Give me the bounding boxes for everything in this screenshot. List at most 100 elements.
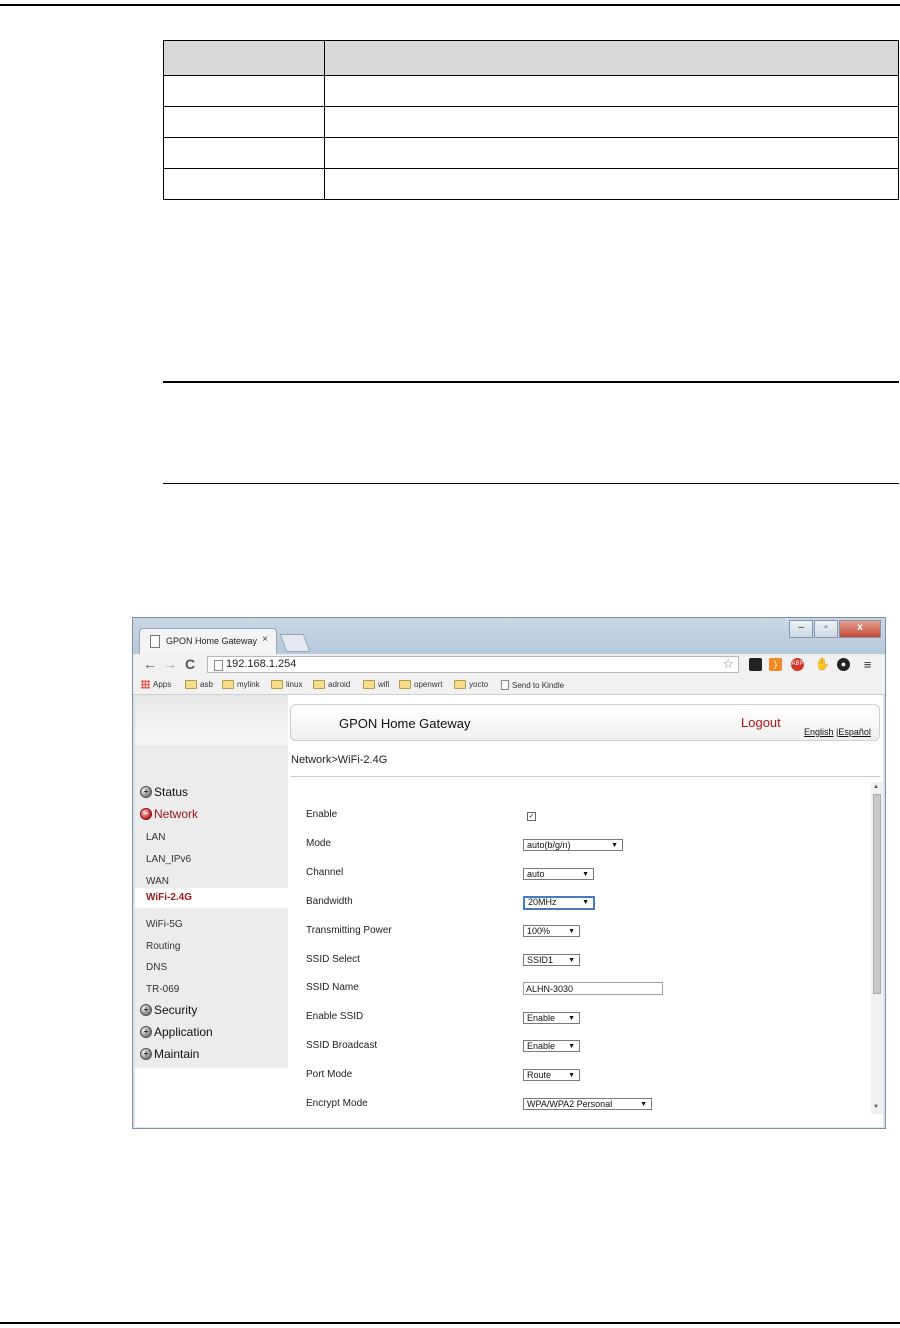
back-arrow-icon[interactable]: ←	[143, 656, 157, 672]
page-top-rule	[0, 4, 900, 6]
vertical-scrollbar[interactable]: ▲ ▼	[871, 782, 883, 1114]
bandwidth-label: Bandwidth	[306, 896, 353, 907]
sidebar-item-lan[interactable]: LAN	[146, 832, 165, 843]
mode-select[interactable]: auto(b/g/n) ▼	[523, 839, 623, 851]
scroll-down-arrow-icon[interactable]: ▼	[873, 1104, 879, 1110]
bandwidth-select[interactable]: 20MHz ▼	[523, 896, 595, 910]
ssid-name-input[interactable]: ALHN-3030	[523, 982, 663, 995]
bookmark-folder[interactable]: yocto	[454, 680, 488, 689]
bookmark-folder[interactable]: linux	[271, 680, 302, 689]
tab-close-icon[interactable]: ×	[262, 634, 268, 645]
sidebar-item-wan[interactable]: WAN	[146, 876, 169, 887]
enable-ssid-select[interactable]: Enable ▼	[523, 1012, 580, 1024]
folder-icon	[454, 680, 466, 689]
title-bar: GPON Home Gateway × – ▫ x	[133, 618, 885, 654]
menu-application[interactable]: + Application	[140, 1025, 213, 1039]
sidebar-header	[135, 695, 288, 745]
browser-tab[interactable]: GPON Home Gateway ×	[139, 628, 277, 654]
lang-espanol-link[interactable]: Español	[838, 727, 871, 737]
minus-icon: −	[140, 808, 152, 820]
document-table	[163, 40, 899, 200]
ssid-select[interactable]: SSID1 ▼	[523, 954, 580, 966]
table-row	[163, 106, 899, 138]
folder-icon	[185, 680, 197, 689]
breadcrumb-divider	[290, 776, 880, 777]
language-switcher: English |Español	[804, 727, 871, 737]
table-row	[163, 75, 899, 107]
channel-label: Channel	[306, 867, 344, 878]
enable-checkbox[interactable]: ✓	[527, 812, 536, 821]
bookmark-folder[interactable]: asb	[185, 680, 213, 689]
channel-select[interactable]: auto ▼	[523, 868, 594, 880]
scrollbar-thumb[interactable]	[873, 794, 881, 994]
sidebar-item-dns[interactable]: DNS	[146, 962, 167, 973]
gateway-header: GPON Home Gateway Logout English |Españo…	[290, 704, 880, 741]
close-window-button[interactable]: x	[839, 620, 881, 638]
gateway-title: GPON Home Gateway	[339, 716, 471, 731]
menu-security[interactable]: + Security	[140, 1003, 197, 1017]
tx-power-label: Transmitting Power	[306, 925, 392, 936]
bookmark-folder[interactable]: mylink	[222, 680, 260, 689]
page-bottom-rule	[0, 1322, 900, 1324]
camera-extension-icon[interactable]: ●	[837, 658, 850, 671]
breadcrumb: Network>WiFi-2.4G	[291, 754, 388, 766]
sidebar-item-routing[interactable]: Routing	[146, 941, 180, 952]
sidebar-item-lan-ipv6[interactable]: LAN_IPv6	[146, 854, 191, 865]
tab-title: GPON Home Gateway	[166, 636, 258, 646]
reload-icon[interactable]: C	[185, 656, 195, 672]
encrypt-mode-select[interactable]: WPA/WPA2 Personal ▼	[523, 1098, 652, 1110]
logout-link[interactable]: Logout	[741, 715, 781, 730]
apps-grid-icon	[141, 680, 150, 689]
maximize-button[interactable]: ▫	[814, 620, 838, 638]
ssid-name-label: SSID Name	[306, 982, 359, 993]
folder-icon	[399, 680, 411, 689]
port-mode-label: Port Mode	[306, 1069, 353, 1080]
menu-network[interactable]: − Network	[140, 807, 198, 821]
ssid-broadcast-label: SSID Broadcast	[306, 1040, 378, 1051]
extension-icon[interactable]	[749, 658, 762, 671]
scroll-up-arrow-icon[interactable]: ▲	[873, 784, 879, 790]
menu-maintain[interactable]: + Maintain	[140, 1047, 199, 1061]
bookmark-folder[interactable]: wifi	[363, 680, 390, 689]
bookmark-apps[interactable]: Apps	[141, 680, 171, 689]
enable-label: Enable	[306, 809, 338, 820]
sidebar-item-wifi-5g[interactable]: WiFi-5G	[146, 919, 183, 930]
dropdown-arrow-icon: ▼	[582, 899, 589, 906]
sidebar-item-wifi-24g[interactable]: WiFi-2.4G	[135, 888, 288, 908]
menu-status[interactable]: + Status	[140, 785, 188, 799]
dropdown-arrow-icon: ▼	[611, 842, 618, 849]
dropdown-arrow-icon: ▼	[568, 957, 575, 964]
sidebar-item-tr069[interactable]: TR-069	[146, 984, 179, 995]
bookmark-folder[interactable]: openwrt	[399, 680, 442, 689]
new-tab-button[interactable]	[279, 634, 311, 652]
ssid-broadcast-select[interactable]: Enable ▼	[523, 1040, 580, 1052]
bookmark-folder[interactable]: adroid	[313, 680, 350, 689]
minimize-button[interactable]: –	[789, 620, 813, 638]
sidebar: + Status − Network LAN LAN_IPv6 WAN WiFi-2…	[135, 695, 288, 1068]
browser-window: GPON Home Gateway × – ▫ x ← → C 192.168.…	[132, 617, 886, 1129]
bookmark-send-to-kindle[interactable]: Send to Kindle	[501, 680, 564, 690]
table-header-row	[163, 40, 899, 76]
folder-icon	[363, 680, 375, 689]
dropdown-arrow-icon: ▼	[568, 1015, 575, 1022]
page-icon	[214, 660, 223, 671]
folder-icon	[313, 680, 325, 689]
enable-ssid-label: Enable SSID	[306, 1011, 364, 1022]
page-icon	[501, 680, 509, 690]
lang-english-link[interactable]: English	[804, 727, 834, 737]
hand-icon[interactable]: ✋	[815, 658, 830, 671]
dropdown-arrow-icon: ▼	[568, 1043, 575, 1050]
rss-icon[interactable]: )	[769, 658, 782, 671]
port-mode-select[interactable]: Route ▼	[523, 1069, 580, 1081]
menu-icon[interactable]: ≡	[861, 658, 874, 671]
folder-icon	[222, 680, 234, 689]
tx-power-select[interactable]: 100% ▼	[523, 925, 580, 937]
bookmark-star-icon[interactable]: ☆	[722, 656, 734, 672]
dropdown-arrow-icon: ▼	[568, 928, 575, 935]
address-bar[interactable]: 192.168.1.254 ☆	[207, 656, 739, 673]
ssid-select-label: SSID Select	[306, 954, 360, 965]
table-row	[163, 168, 899, 200]
url-text: 192.168.1.254	[226, 658, 297, 670]
adblock-icon[interactable]: ABP	[791, 658, 804, 671]
forward-arrow-icon[interactable]: →	[163, 656, 177, 672]
